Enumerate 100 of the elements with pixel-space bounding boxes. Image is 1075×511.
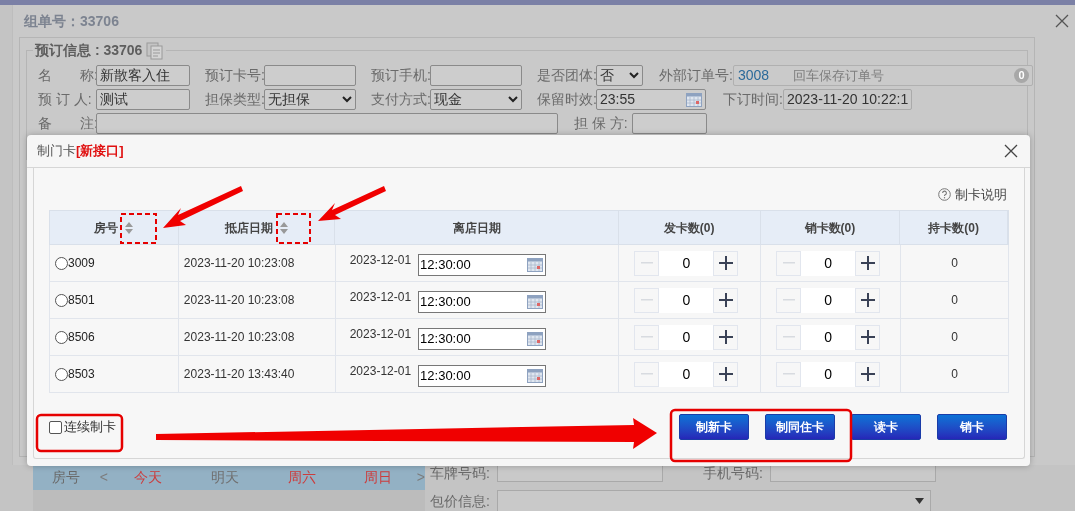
text-field[interactable] [430,65,522,86]
text-field[interactable] [632,113,707,134]
close-icon[interactable] [1055,14,1069,28]
plus-icon [860,330,875,344]
increment-button[interactable] [713,250,739,276]
room-number: 3009 [68,255,95,272]
column-header: 发卡数(0) [663,219,715,237]
sort-icon[interactable] [123,220,134,235]
increment-button[interactable] [855,250,881,276]
table-cell-text: 2023-12-01 [349,326,412,343]
table-cell-text: 0 [951,292,958,309]
count-field[interactable]: 0 [659,287,714,313]
increment-button[interactable] [855,361,881,387]
calendar-icon[interactable] [527,258,544,272]
column-header: 房号 [93,219,118,237]
count-field[interactable]: 0 [801,287,856,313]
field-label: 名 称: [38,66,96,85]
table-cell-text: 2023-12-01 [349,252,412,269]
room-number: 8503 [68,366,95,383]
count-field[interactable]: 0 [801,250,856,276]
continuous-checkbox[interactable]: 连续制卡 [49,417,116,437]
chevron-down-icon [629,72,639,79]
field-label: 是否团体: [537,66,596,85]
count-field[interactable]: 0 [659,250,714,276]
time-field[interactable]: 23:55 [596,89,706,110]
column-header: 销卡数(0) [804,219,856,237]
text-field[interactable] [264,65,356,86]
increment-button[interactable] [855,324,881,350]
text-field[interactable]: 测试 [96,89,190,110]
field-label: 预 订 人: [38,90,93,109]
room-radio[interactable] [55,367,68,381]
field-label: 手机号码: [703,463,764,483]
column-header: 离店日期 [452,219,501,237]
action-button[interactable]: 制新卡 [679,414,749,440]
select-field[interactable]: 否 [596,65,643,86]
day-header: 明天 [209,468,240,487]
section-title: 预订信息 : 33706 [35,41,143,60]
calendar-icon[interactable] [527,369,544,383]
field-label: 保留时效: [537,90,596,109]
column-header: 房号 [51,468,82,487]
table-cell-text: 0 [951,255,958,272]
room-number: 8501 [68,292,95,309]
plus-icon [860,293,875,307]
field-label: 备 注: [38,114,96,133]
calendar-icon[interactable] [527,295,544,309]
highlight-frame [120,213,157,244]
day-header: 今天 [133,468,164,487]
order-time-field: 2023-11-20 10:22:1 [783,89,913,110]
order-number-field[interactable]: 3008 回车保存订单号 0 [733,65,1033,86]
chevron-down-icon [342,96,352,103]
text-field[interactable]: 新散客入住 [96,65,190,86]
help-icon [938,187,951,201]
count-field[interactable]: 0 [659,324,714,350]
plus-icon [718,256,733,270]
field-label: 预订手机: [371,66,430,85]
count-field[interactable]: 0 [801,361,856,387]
increment-button[interactable] [713,361,739,387]
field-label: 下订时间: [723,90,783,109]
calendar-icon[interactable] [686,92,702,107]
room-radio[interactable] [55,256,68,270]
field-label: 外部订单号: [659,66,733,85]
sort-icon[interactable] [278,220,289,235]
increment-button[interactable] [713,287,739,313]
time-field[interactable]: 12:30:00 [418,365,547,387]
action-button[interactable]: 读卡 [851,414,921,440]
table-cell-text: 2023-12-01 [349,363,412,380]
select-field[interactable] [497,490,931,511]
table-cell-text: 0 [951,366,958,383]
field-label: 车牌号码: [430,463,491,483]
time-field[interactable]: 12:30:00 [418,328,547,350]
close-icon[interactable] [1004,144,1018,158]
text-field[interactable] [96,113,558,134]
calendar-icon[interactable] [527,332,544,346]
count-field[interactable]: 0 [659,361,714,387]
column-header: 抵店日期 [224,219,273,237]
plus-icon [860,367,875,381]
column-header: 持卡数(0) [928,219,979,237]
room-radio[interactable] [55,293,68,307]
field-label: 预订卡号: [205,66,264,85]
day-header: 周六 [286,468,317,487]
select-field[interactable]: 现金 [430,89,522,110]
room-number: 8506 [68,329,95,346]
action-button[interactable]: 销卡 [937,414,1007,440]
select-field[interactable]: 无担保 [264,89,356,110]
table-cell-text: 2023-12-01 [349,289,412,306]
help-link[interactable]: 制卡说明 [938,184,1007,204]
annotation-arrow [318,186,386,221]
highlight-frame [276,213,311,244]
increment-button[interactable] [855,287,881,313]
time-field[interactable]: 12:30:00 [418,291,547,313]
increment-button[interactable] [713,324,739,350]
table-cell-text: 2023-11-20 10:23:08 [183,292,295,309]
time-field[interactable]: 12:30:00 [418,254,547,276]
count-badge: 0 [1014,68,1029,83]
copy-icon[interactable] [146,41,165,60]
action-button[interactable]: 制同住卡 [765,414,835,440]
table-cell-text: 2023-11-20 10:23:08 [183,329,295,346]
plus-icon [860,256,875,270]
count-field[interactable]: 0 [801,324,856,350]
room-radio[interactable] [55,330,68,344]
